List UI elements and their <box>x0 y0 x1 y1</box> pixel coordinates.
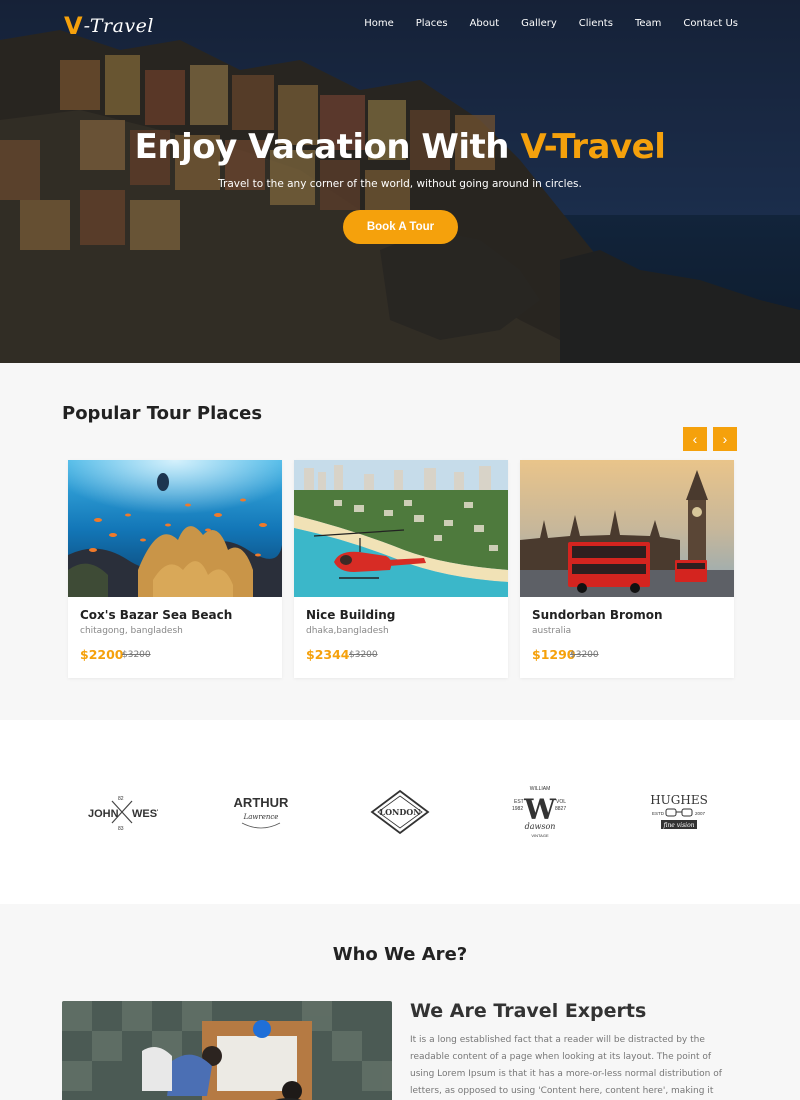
tour-card-title: Sundorban Bromon <box>532 608 663 622</box>
client-logo-john-west[interactable]: JOHN WEST 82 83 <box>86 782 158 842</box>
who-text: It is a long established fact that a rea… <box>410 1035 722 1096</box>
logo-mark: V <box>64 12 83 40</box>
client-arthur-script: Lawrence <box>243 813 279 821</box>
who-title: Who We Are? <box>332 944 468 965</box>
tour-card-image <box>294 460 508 597</box>
logo-text: -Travel <box>83 15 154 37</box>
tour-card-old-price: $3200 <box>570 650 599 660</box>
client-logo-william[interactable]: WILLIAM W EST 1982 VOL 8827 dawson VINTA… <box>508 782 572 842</box>
client-arthur-name: ARTHUR <box>234 795 289 810</box>
clients-section: JOHN WEST 82 83 ARTHUR Lawrence LONDON W… <box>0 720 800 904</box>
tour-card-price: $2344 <box>306 647 350 662</box>
carousel-next-button[interactable]: › <box>713 427 737 451</box>
tour-card[interactable]: Cox's Bazar Sea Beach chitagong, banglad… <box>68 460 282 678</box>
tour-card[interactable]: Sundorban Bromon australia $1290 $3200 <box>520 460 734 678</box>
client-hughes-left: ESTD <box>652 811 665 816</box>
who-we-are-section: Who We Are? We Are Travel Experts It is … <box>0 904 800 1100</box>
tour-card-location: chitagong, bangladesh <box>80 626 183 636</box>
client-william-est: EST <box>514 799 524 805</box>
client-logo-london[interactable]: LONDON <box>368 782 432 842</box>
client-hughes-right: 2007 <box>695 811 706 816</box>
tour-card-price: $1290 <box>532 647 576 662</box>
client-logo-hughes[interactable]: HUGHES ESTD 2007 fine vision <box>646 782 712 842</box>
chevron-left-icon: ‹ <box>692 431 698 447</box>
client-william-script: dawson <box>525 822 556 831</box>
nav-team[interactable]: Team <box>635 18 661 29</box>
nav-contact[interactable]: Contact Us <box>683 18 738 29</box>
client-hughes-script: fine vision <box>662 822 694 829</box>
popular-places-section: Popular Tour Places ‹ › Cox's Bazar Sea … <box>0 363 800 720</box>
popular-title: Popular Tour Places <box>62 403 263 424</box>
tour-card-title: Nice Building <box>306 608 396 622</box>
hero-subtitle: Travel to the any corner of the world, w… <box>218 178 582 190</box>
book-tour-button[interactable]: Book A Tour <box>343 210 458 244</box>
nav-places[interactable]: Places <box>416 18 448 29</box>
tour-card-price: $2200 <box>80 647 124 662</box>
nav-home[interactable]: Home <box>364 18 394 29</box>
nav-about[interactable]: About <box>470 18 500 29</box>
main-nav: Home Places About Gallery Clients Team C… <box>364 18 738 29</box>
nav-clients[interactable]: Clients <box>579 18 613 29</box>
tour-card-old-price: $3200 <box>349 650 378 660</box>
client-london-name: LONDON <box>379 807 420 817</box>
client-william-bottom: VINTAGE <box>531 833 549 838</box>
brand-logo[interactable]: V -Travel <box>64 12 154 40</box>
client-jw-num-top: 82 <box>118 796 124 802</box>
client-logo-arthur[interactable]: ARTHUR Lawrence <box>228 782 294 842</box>
client-william-vol: VOL <box>556 799 566 805</box>
client-john: JOHN <box>88 808 119 820</box>
who-heading: We Are Travel Experts <box>410 1000 647 1022</box>
team-photo <box>62 1001 392 1100</box>
tour-card-location: australia <box>532 626 572 636</box>
tour-card-location: dhaka,bangladesh <box>306 626 389 636</box>
nav-gallery[interactable]: Gallery <box>521 18 557 29</box>
client-hughes-name: HUGHES <box>650 793 708 807</box>
hero-title-main: Enjoy Vacation With <box>134 127 521 167</box>
chevron-right-icon: › <box>722 431 728 447</box>
hero-section: V -Travel Home Places About Gallery Clie… <box>0 0 800 363</box>
tour-card[interactable]: Nice Building dhaka,bangladesh $2344 $32… <box>294 460 508 678</box>
tour-card-image <box>520 460 734 597</box>
client-jw-num-bottom: 83 <box>118 826 124 832</box>
client-william-num: 8827 <box>555 806 566 812</box>
tour-card-old-price: $3200 <box>122 650 151 660</box>
tour-card-image <box>68 460 282 597</box>
tour-card-title: Cox's Bazar Sea Beach <box>80 608 233 622</box>
client-william-year: 1982 <box>512 806 523 812</box>
hero-title-accent: V-Travel <box>520 127 666 167</box>
client-william-top: WILLIAM <box>530 786 551 792</box>
hero-title: Enjoy Vacation With V-Travel <box>0 127 800 167</box>
client-west: WEST <box>132 808 158 820</box>
carousel-prev-button[interactable]: ‹ <box>683 427 707 451</box>
